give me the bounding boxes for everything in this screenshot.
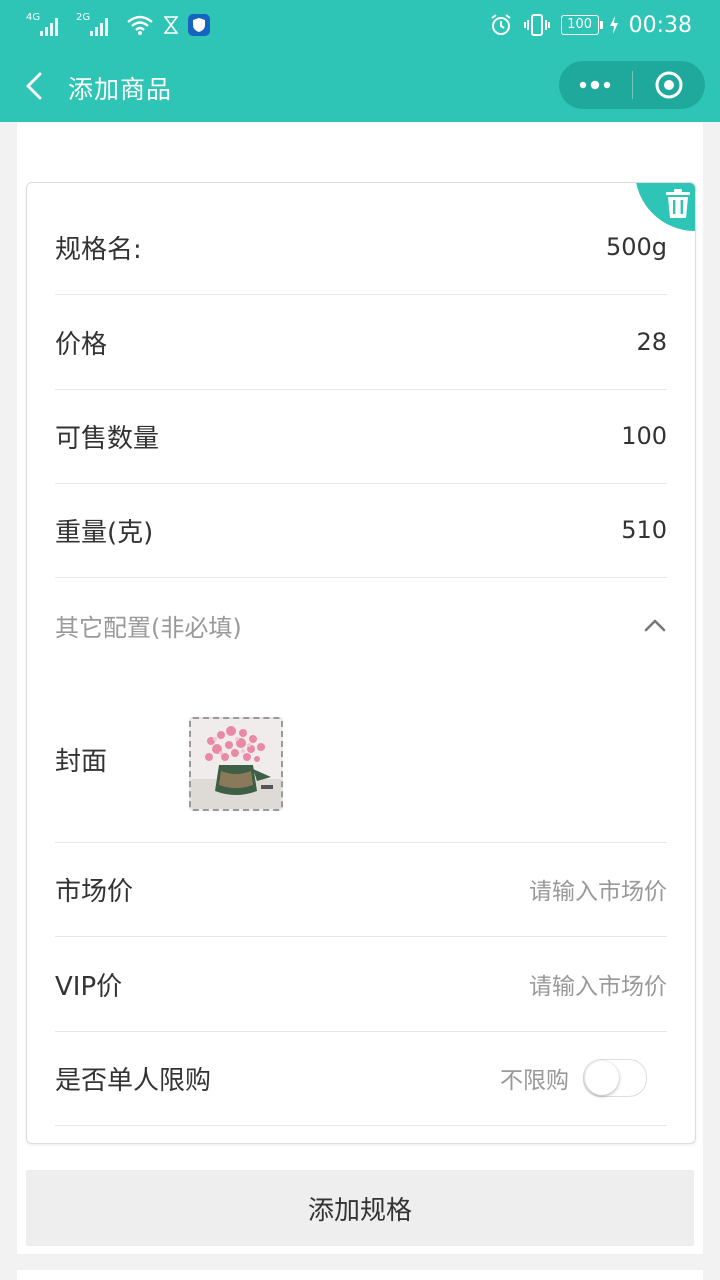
spec-name-row[interactable]: 规格名: 500g bbox=[55, 200, 667, 295]
weight-input[interactable]: 510 bbox=[621, 516, 667, 544]
vip-price-label: VIP价 bbox=[55, 971, 123, 1002]
vip-price-row[interactable]: VIP价 请输入市场价 bbox=[55, 937, 667, 1032]
back-arrow-icon[interactable] bbox=[22, 70, 50, 102]
cover-image[interactable] bbox=[189, 717, 283, 811]
price-row[interactable]: 价格 28 bbox=[55, 295, 667, 390]
network-type-label: 4G bbox=[26, 12, 41, 23]
purchase-limit-switch[interactable] bbox=[583, 1059, 647, 1097]
battery-icon: 100 bbox=[560, 15, 603, 35]
shield-icon bbox=[188, 14, 210, 36]
purchase-limit-control: 不限购 bbox=[500, 1059, 647, 1097]
page-title: 添加商品 bbox=[68, 75, 173, 104]
weight-row[interactable]: 重量(克) 510 bbox=[55, 483, 667, 578]
hourglass-icon bbox=[164, 16, 178, 34]
signal-4g-icon: 4G bbox=[26, 12, 66, 38]
vibrate-icon bbox=[523, 14, 550, 36]
chevron-up-icon bbox=[644, 619, 666, 632]
vip-price-input[interactable]: 请输入市场价 bbox=[529, 967, 667, 1001]
price-input[interactable]: 28 bbox=[636, 328, 667, 356]
stock-input[interactable]: 100 bbox=[621, 422, 667, 450]
more-dots-icon bbox=[580, 80, 611, 90]
charging-icon bbox=[609, 16, 618, 34]
spec-name-label: 规格名: bbox=[55, 234, 142, 265]
other-config-label: 其它配置(非必填) bbox=[55, 613, 242, 642]
market-price-label: 市场价 bbox=[55, 876, 134, 907]
more-button[interactable] bbox=[559, 61, 632, 109]
signal-2g-icon: 2G bbox=[76, 12, 116, 38]
alarm-icon bbox=[490, 14, 511, 35]
cover-row: 封面 bbox=[55, 683, 667, 843]
stock-label: 可售数量 bbox=[55, 423, 160, 454]
market-price-row[interactable]: 市场价 请输入市场价 bbox=[55, 842, 667, 937]
status-left: 4G 2G bbox=[26, 10, 210, 40]
next-section-edge bbox=[17, 1270, 703, 1280]
purchase-limit-label: 是否单人限购 bbox=[55, 1065, 212, 1096]
nav-bar: 添加商品 bbox=[0, 50, 720, 122]
wifi-icon bbox=[127, 15, 153, 35]
stock-row[interactable]: 可售数量 100 bbox=[55, 389, 667, 484]
cover-label: 封面 bbox=[55, 747, 108, 777]
close-miniprogram-button[interactable] bbox=[633, 61, 706, 109]
purchase-limit-status: 不限购 bbox=[500, 1068, 569, 1094]
clock: 00:38 bbox=[628, 12, 692, 38]
miniprogram-capsule bbox=[559, 61, 705, 109]
battery-level: 100 bbox=[567, 17, 592, 32]
switch-knob bbox=[585, 1061, 619, 1095]
spec-name-input[interactable]: 500g bbox=[606, 233, 667, 261]
status-bar: 4G 2G 100 00:38 bbox=[0, 0, 720, 50]
flower-bouquet-image bbox=[191, 719, 281, 809]
price-label: 价格 bbox=[55, 329, 108, 360]
spec-card: 规格名: 500g 价格 28 可售数量 100 重量(克) 510 其它配置(… bbox=[26, 182, 696, 1144]
status-right: 100 00:38 bbox=[489, 10, 692, 40]
purchase-limit-row: 是否单人限购 不限购 bbox=[55, 1031, 667, 1126]
market-price-input[interactable]: 请输入市场价 bbox=[529, 872, 667, 906]
other-config-toggle[interactable]: 其它配置(非必填) bbox=[55, 578, 667, 672]
weight-label: 重量(克) bbox=[55, 517, 154, 548]
trash-icon bbox=[666, 189, 690, 218]
target-circle-icon bbox=[655, 71, 683, 99]
add-spec-button[interactable]: 添加规格 bbox=[26, 1170, 694, 1246]
page-content: 规格名: 500g 价格 28 可售数量 100 重量(克) 510 其它配置(… bbox=[17, 122, 703, 1254]
network-type-label-2: 2G bbox=[76, 12, 91, 23]
